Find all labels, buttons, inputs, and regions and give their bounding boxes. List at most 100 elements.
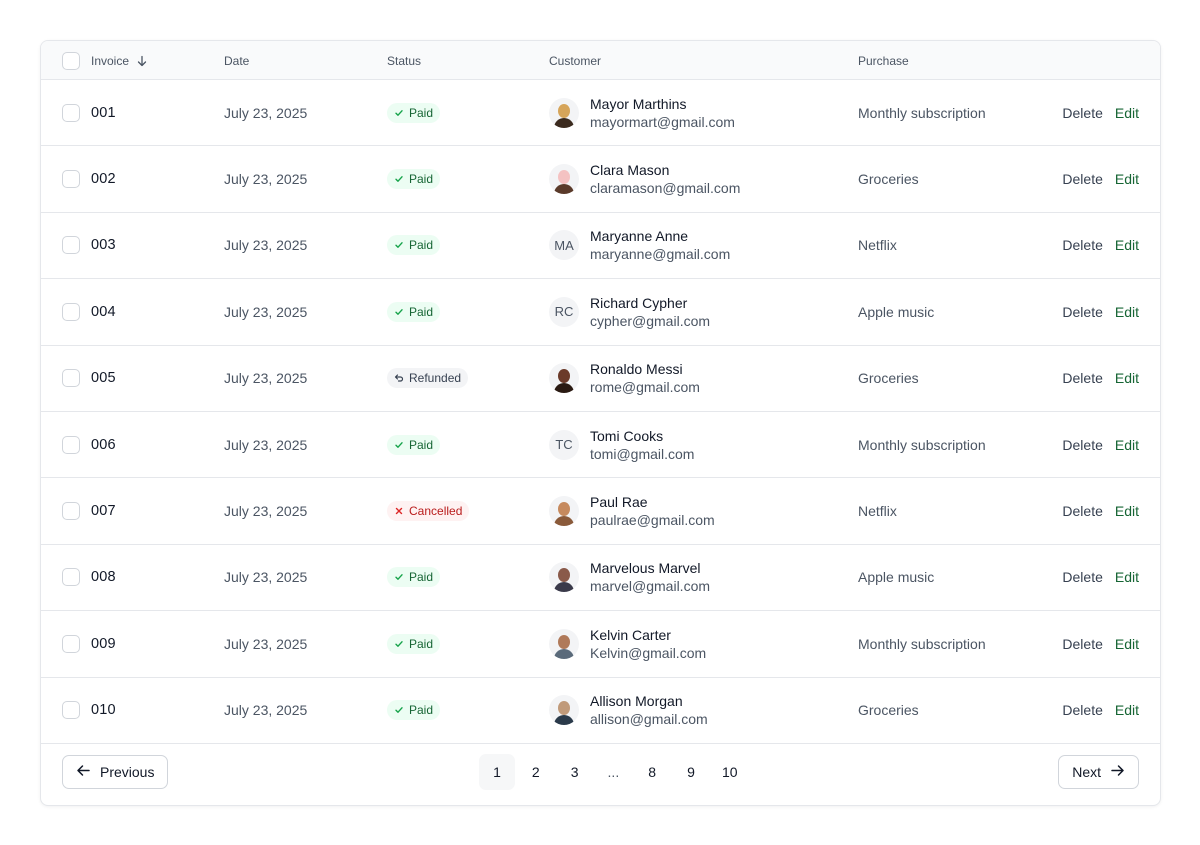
delete-button[interactable]: Delete	[1062, 702, 1102, 718]
table-row[interactable]: 006 July 23, 2025 Paid TC Tomi Cooks tomi@gma…	[41, 412, 1160, 479]
customer-email: marvel@gmail.com	[590, 578, 711, 595]
column-header-date[interactable]: Date	[224, 41, 249, 80]
page-number[interactable]: 2	[518, 754, 554, 790]
edit-button[interactable]: Edit	[1115, 304, 1139, 320]
row-checkbox[interactable]	[62, 369, 80, 388]
status-label: Paid	[409, 703, 434, 718]
row-checkbox[interactable]	[62, 502, 80, 521]
row-checkbox[interactable]	[62, 103, 80, 122]
invoice-date: July 23, 2025	[224, 635, 308, 652]
status-cell: Paid	[387, 279, 441, 344]
row-checkbox[interactable]	[62, 435, 80, 454]
invoice-table-card: Invoice Date Status Customer Purchase 00…	[40, 40, 1161, 806]
invoice-number: 008	[91, 569, 116, 586]
next-label: Next	[1072, 764, 1101, 780]
edit-button[interactable]: Edit	[1115, 171, 1139, 187]
customer-email: rome@gmail.com	[590, 379, 700, 396]
row-select-cell	[62, 478, 80, 543]
table-row[interactable]: 008 July 23, 2025 Paid Marvelous Marvel marv…	[41, 545, 1160, 612]
row-actions: Delete Edit	[1062, 478, 1139, 543]
table-header: Invoice Date Status Customer Purchase	[41, 41, 1160, 80]
column-header-status[interactable]: Status	[387, 41, 421, 80]
row-actions: Delete Edit	[1062, 346, 1139, 411]
purchase-item: Netflix	[858, 237, 897, 254]
status-cell: Refunded	[387, 346, 469, 411]
delete-button[interactable]: Delete	[1062, 569, 1102, 585]
delete-button[interactable]: Delete	[1062, 503, 1102, 519]
select-all-checkbox[interactable]	[62, 51, 80, 70]
arrow-down-icon[interactable]	[136, 55, 148, 67]
delete-button[interactable]: Delete	[1062, 636, 1102, 652]
row-select-cell	[62, 146, 80, 211]
edit-button[interactable]: Edit	[1115, 636, 1139, 652]
status-label: Paid	[409, 437, 434, 452]
pagination-bar: Previous 1 2 3... 8 9 10 Next	[41, 743, 1160, 805]
invoice-date: July 23, 2025	[224, 104, 308, 121]
delete-button[interactable]: Delete	[1062, 171, 1102, 187]
invoice-date: July 23, 2025	[224, 237, 308, 254]
row-select-cell	[62, 213, 80, 278]
page-number[interactable]: 1	[479, 754, 515, 790]
status-label: Paid	[409, 304, 434, 319]
customer-email: mayormart@gmail.com	[590, 113, 735, 130]
next-button[interactable]: Next	[1058, 755, 1139, 789]
delete-button[interactable]: Delete	[1062, 437, 1102, 453]
table-row[interactable]: 003 July 23, 2025 Paid MA Maryanne Anne marya…	[41, 213, 1160, 280]
edit-button[interactable]: Edit	[1115, 569, 1139, 585]
invoice-number: 007	[91, 503, 116, 520]
row-select-cell	[62, 412, 80, 477]
invoice-date: July 23, 2025	[224, 503, 308, 520]
previous-button[interactable]: Previous	[62, 755, 169, 789]
status-cell: Paid	[387, 611, 441, 676]
edit-button[interactable]: Edit	[1115, 370, 1139, 386]
invoice-number: 009	[91, 635, 116, 652]
page-number[interactable]: 10	[712, 754, 748, 790]
edit-button[interactable]: Edit	[1115, 237, 1139, 253]
column-header-customer[interactable]: Customer	[549, 41, 601, 80]
edit-button[interactable]: Edit	[1115, 105, 1139, 121]
row-checkbox[interactable]	[62, 568, 80, 587]
customer-email: tomi@gmail.com	[590, 445, 695, 462]
invoice-number: 004	[91, 303, 116, 320]
table-row[interactable]: 007 July 23, 2025 Cancelled Paul Rae paulrae…	[41, 478, 1160, 545]
row-checkbox[interactable]	[62, 302, 80, 321]
page-number[interactable]: 3	[557, 754, 593, 790]
customer-cell: Kelvin Carter Kelvin@gmail.com	[549, 611, 706, 676]
edit-button[interactable]: Edit	[1115, 437, 1139, 453]
table-row[interactable]: 009 July 23, 2025 Paid Kelvin Carter Kelvin@…	[41, 611, 1160, 678]
row-checkbox[interactable]	[62, 170, 80, 189]
table-row[interactable]: 001 July 23, 2025 Paid Mayor Marthins mayorm…	[41, 80, 1160, 147]
page-ellipsis: ...	[607, 764, 620, 780]
customer-cell: MA Maryanne Anne maryanne@gmail.com	[549, 213, 730, 278]
invoice-date: July 23, 2025	[224, 370, 308, 387]
page-number[interactable]: 8	[634, 754, 670, 790]
delete-button[interactable]: Delete	[1062, 304, 1102, 320]
row-checkbox[interactable]	[62, 701, 80, 720]
delete-button[interactable]: Delete	[1062, 370, 1102, 386]
edit-button[interactable]: Edit	[1115, 503, 1139, 519]
row-select-cell	[62, 678, 80, 743]
page-number[interactable]: 9	[673, 754, 709, 790]
customer-email: claramason@gmail.com	[590, 180, 741, 197]
customer-cell: TC Tomi Cooks tomi@gmail.com	[549, 412, 694, 477]
select-all-cell	[62, 41, 80, 80]
invoice-date: July 23, 2025	[224, 436, 308, 453]
column-header-invoice[interactable]: Invoice	[91, 41, 148, 80]
row-checkbox[interactable]	[62, 236, 80, 255]
table-row[interactable]: 010 July 23, 2025 Paid Allison Morgan alliso…	[41, 678, 1160, 744]
table-row[interactable]: 002 July 23, 2025 Paid Clara Mason claramaso…	[41, 146, 1160, 213]
purchase-item: Monthly subscription	[858, 436, 986, 453]
delete-button[interactable]: Delete	[1062, 105, 1102, 121]
customer-name: Maryanne Anne	[590, 228, 689, 245]
avatar: TC	[549, 429, 579, 460]
column-header-purchase[interactable]: Purchase	[858, 41, 909, 80]
table-row[interactable]: 004 July 23, 2025 Paid RC Richard Cypher cyph…	[41, 279, 1160, 346]
customer-name: Allison Morgan	[590, 693, 683, 710]
table-row[interactable]: 005 July 23, 2025 Refunded Ronaldo Messi rom…	[41, 346, 1160, 412]
customer-cell: Mayor Marthins mayormart@gmail.com	[549, 80, 735, 145]
status-label: Paid	[409, 636, 434, 651]
row-checkbox[interactable]	[62, 634, 80, 653]
edit-button[interactable]: Edit	[1115, 702, 1139, 718]
delete-button[interactable]: Delete	[1062, 237, 1102, 253]
customer-cell: Marvelous Marvel marvel@gmail.com	[549, 545, 710, 610]
